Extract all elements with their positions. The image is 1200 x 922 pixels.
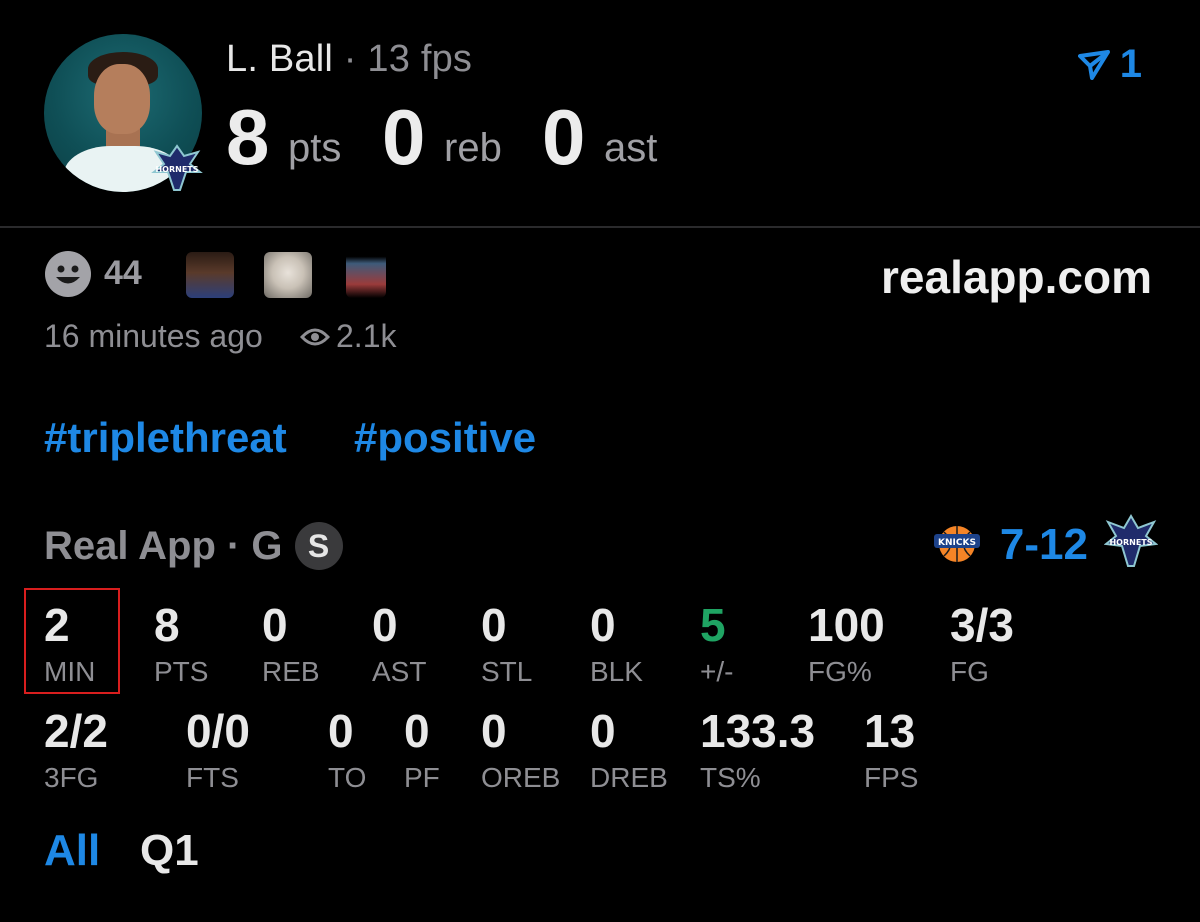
site-link[interactable]: realapp.com: [881, 250, 1152, 304]
filter-all-tab[interactable]: All: [44, 826, 100, 876]
stat-value: 0: [262, 599, 288, 651]
stat-value: 0/0: [186, 705, 250, 757]
summary-reb-unit: reb: [444, 126, 502, 170]
stat-value: 0: [372, 599, 398, 651]
stat-value: 2: [44, 599, 70, 651]
summary-ast-value: 0: [542, 93, 586, 181]
stat-label: PTS: [154, 656, 209, 687]
smiley-icon[interactable]: [44, 250, 92, 298]
share-button[interactable]: 1: [1077, 42, 1142, 87]
stat-fg-pct: 100 FG%: [808, 602, 885, 686]
stat-value: 0: [481, 599, 507, 651]
stat-stl: 0 STL: [481, 602, 532, 686]
stat-3fg: 2/2 3FG: [44, 708, 108, 792]
stat-blk: 0 BLK: [590, 602, 643, 686]
stat-label: AST: [372, 656, 427, 687]
hornets-team-logo-icon[interactable]: HORNETS: [1104, 514, 1158, 568]
share-icon: [1077, 49, 1110, 80]
stat-dreb: 0 DREB: [590, 708, 668, 792]
stat-ast: 0 AST: [372, 602, 426, 686]
stat-label: STL: [481, 656, 533, 687]
view-count-text: 2.1k: [336, 318, 397, 354]
view-count: 2.1k: [300, 318, 396, 355]
stat-to: 0 TO: [328, 708, 366, 792]
summary-pts-value: 8: [226, 93, 270, 181]
filter-q1-tab[interactable]: Q1: [140, 826, 199, 876]
stat-fg: 3/3 FG: [950, 602, 1014, 686]
stat-value: 2/2: [44, 705, 108, 757]
reaction-image-1[interactable]: [186, 252, 234, 298]
share-count: 1: [1119, 42, 1142, 86]
header-separator: ·: [343, 38, 357, 80]
stat-value: 8: [154, 599, 180, 651]
stat-value: 5: [700, 599, 726, 651]
stat-min: 2 MIN: [44, 602, 95, 686]
hashtag-positive[interactable]: #positive: [354, 414, 536, 462]
hashtag-triplethreat[interactable]: #triplethreat: [44, 414, 287, 462]
player-header[interactable]: L. Ball · 13 fps: [226, 38, 472, 81]
stat-value: 3/3: [950, 599, 1014, 651]
summary-reb-value: 0: [382, 93, 426, 181]
reaction-image-3[interactable]: [346, 252, 386, 298]
league-label: Real App · G S: [44, 522, 343, 570]
hornets-logo-icon: HORNETS: [151, 144, 203, 191]
stat-label: TS%: [700, 762, 761, 793]
stat-pts: 8 PTS: [154, 602, 208, 686]
stat-value: 0: [404, 705, 430, 757]
stat-label: BLK: [590, 656, 643, 687]
knicks-logo-text: KNICKS: [938, 538, 976, 548]
league-text: Real App · G: [44, 523, 283, 568]
hornets-team-logo-text: HORNETS: [1109, 538, 1152, 547]
stat-fts: 0/0 FTS: [186, 708, 250, 792]
reaction-image-2[interactable]: [264, 252, 312, 298]
stat-value: 100: [808, 599, 885, 651]
stat-label: MIN: [44, 656, 96, 687]
stat-value: 0: [590, 705, 616, 757]
stat-label: REB: [262, 656, 320, 687]
header-divider: [0, 226, 1200, 228]
stat-label: OREB: [481, 762, 561, 793]
stat-label: FTS: [186, 762, 239, 793]
eye-icon: [300, 328, 330, 345]
stat-label: +/-: [700, 656, 734, 687]
stat-label: TO: [328, 762, 367, 793]
stat-label: 3FG: [44, 762, 99, 793]
reaction-count: 44: [104, 254, 142, 292]
stat-label: FG%: [808, 656, 872, 687]
stat-ts-pct: 133.3 TS%: [700, 708, 815, 792]
stat-value: 0: [481, 705, 507, 757]
stat-oreb: 0 OREB: [481, 708, 560, 792]
stat-value: 0: [590, 599, 616, 651]
stat-label: FPS: [864, 762, 919, 793]
summary-pts-unit: pts: [288, 126, 342, 170]
stat-label: PF: [404, 762, 440, 793]
stat-pf: 0 PF: [404, 708, 440, 792]
starter-badge: S: [294, 522, 343, 570]
knicks-logo-icon[interactable]: KNICKS: [930, 514, 984, 568]
avatar-face: [94, 64, 150, 134]
stat-value: 133.3: [700, 705, 816, 757]
post-time: 16 minutes ago: [44, 318, 263, 354]
stat-plus-minus: 5 +/-: [700, 602, 733, 686]
summary-ast-unit: ast: [604, 126, 658, 170]
stat-fps: 13 FPS: [864, 708, 918, 792]
stat-label: FG: [950, 656, 989, 687]
stat-value: 13: [864, 705, 916, 757]
stat-reb: 0 REB: [262, 602, 320, 686]
player-fps: 13 fps: [367, 38, 473, 80]
stat-label: DREB: [590, 762, 668, 793]
stat-value: 0: [328, 705, 354, 757]
hornets-logo-text: HORNETS: [155, 165, 198, 174]
game-score[interactable]: 7-12: [1000, 520, 1088, 570]
player-name[interactable]: L. Ball: [226, 38, 333, 80]
